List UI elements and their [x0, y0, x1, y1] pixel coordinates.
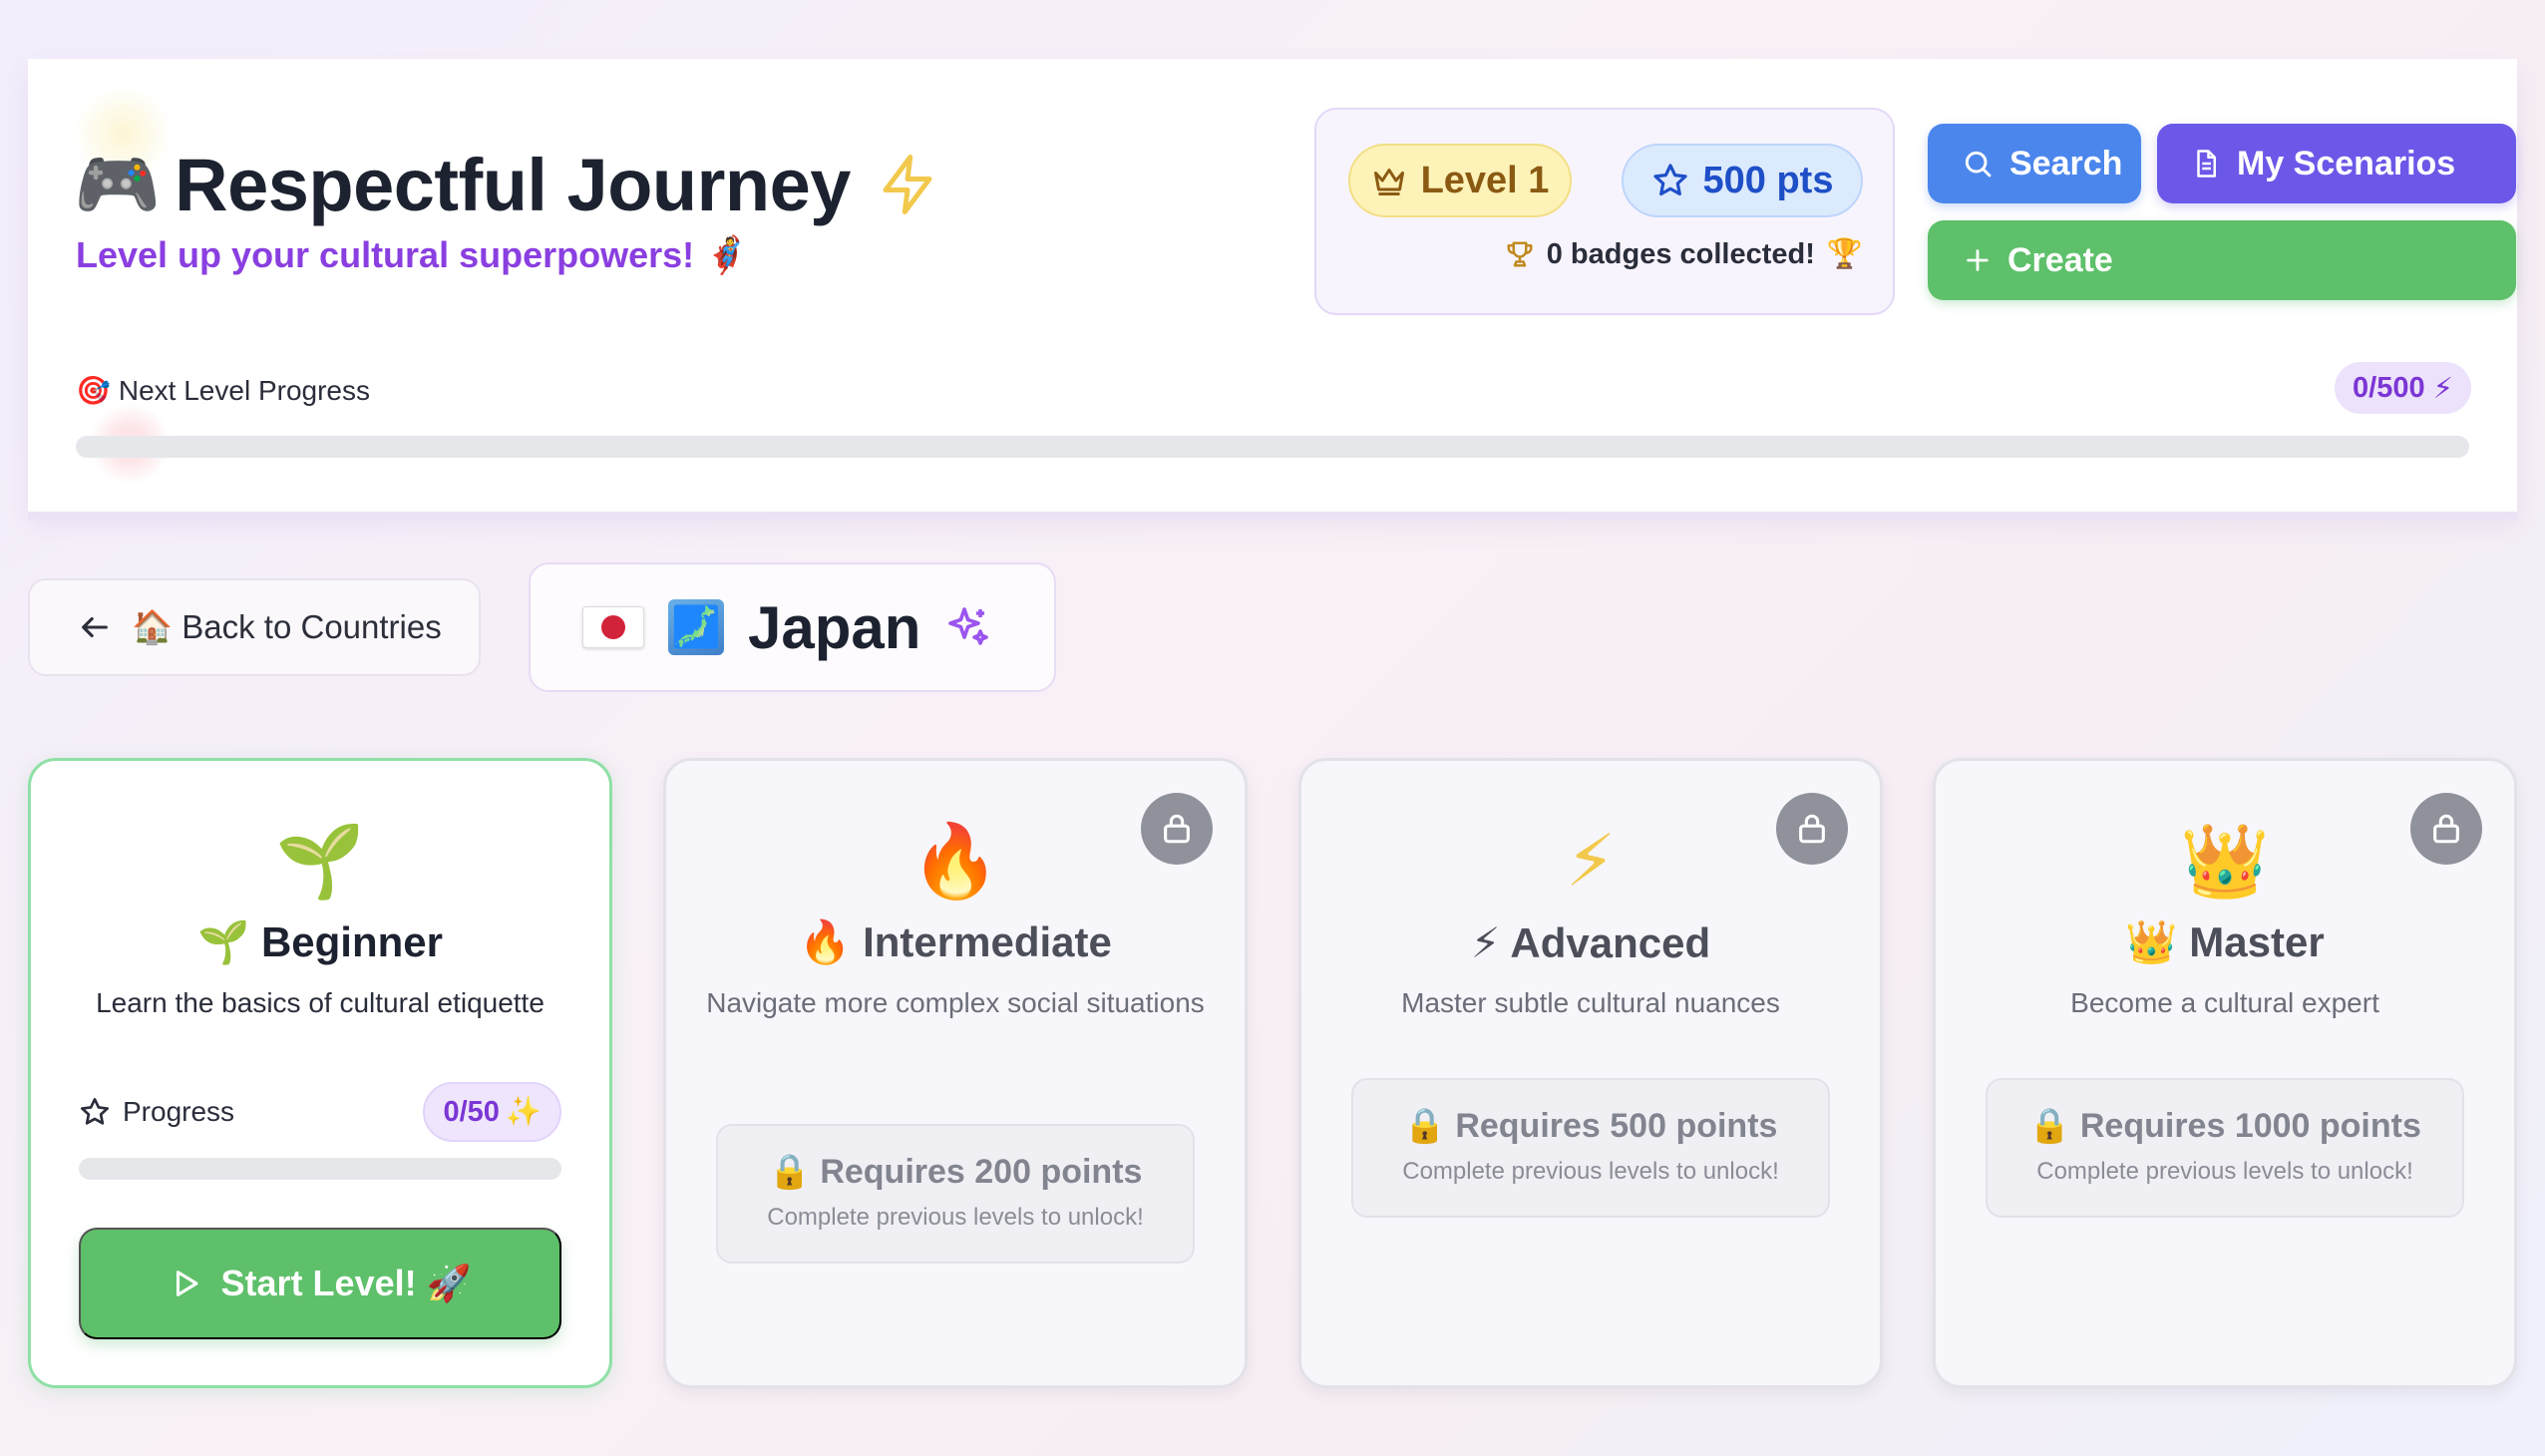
level-description: Master subtle cultural nuances: [1401, 987, 1780, 1018]
level-progress-count: 0/50 ✨: [423, 1082, 561, 1142]
trophy-emoji-icon: 🏆: [1826, 238, 1863, 270]
level-card-beginner[interactable]: 🌱 🌱 Beginner Learn the basics of cultura…: [28, 758, 612, 1388]
app-title: Respectful Journey: [175, 143, 851, 226]
badges-text: 0 badges collected!: [1546, 237, 1815, 270]
sparkles-icon: [948, 607, 989, 645]
seedling-icon: 🌱: [275, 822, 365, 902]
rocket-icon: 🚀: [426, 1263, 472, 1303]
search-icon: [1965, 151, 1992, 178]
app-subtitle: Level up your cultural superpowers! 🦸: [76, 234, 749, 275]
lightning-small-icon: ⚡: [2432, 372, 2453, 405]
level-title: 👑 Master: [2125, 918, 2325, 965]
level-requirement: 🔒 Requires 500 points Complete previous …: [1351, 1078, 1830, 1218]
level-card-master[interactable]: 👑 👑 Master Become a cultural expert 🔒 Re…: [1933, 758, 2517, 1388]
next-level-progress-bar: [76, 436, 2469, 458]
game-header: 🎮 Respectful Journey Level up your cultu…: [28, 59, 2517, 512]
level-card-intermediate[interactable]: 🔥 🔥 Intermediate Navigate more complex s…: [663, 758, 1248, 1388]
next-level-progress-label: 🎯 Next Level Progress: [76, 374, 370, 407]
requirement-subtitle: Complete previous levels to unlock!: [2036, 1158, 2413, 1185]
badges-collected: 0 badges collected! 🏆: [1505, 237, 1863, 271]
level-description: Become a cultural expert: [2070, 987, 2379, 1018]
start-level-label: Start Level!: [220, 1263, 417, 1303]
next-level-progress-count: 0/500 ⚡: [2335, 362, 2471, 414]
level-progress-bar: [79, 1158, 561, 1180]
crown-icon: [1373, 169, 1404, 195]
requirement-title: 🔒 Requires 500 points: [1403, 1107, 1778, 1145]
crown-icon: 👑: [2180, 822, 2270, 902]
trophy-icon: [1507, 241, 1533, 267]
player-stats: Level 1 500 pts 0 badges collected! 🏆: [1314, 108, 1895, 315]
requirement-title: 🔒 Requires 1000 points: [2028, 1107, 2421, 1145]
level-card-advanced[interactable]: ⚡ ⚡ Advanced Master subtle cultural nuan…: [1298, 758, 1883, 1388]
requirement-subtitle: Complete previous levels to unlock!: [767, 1204, 1144, 1231]
search-button-label: Search: [2009, 144, 2123, 182]
requirement-title: 🔒 Requires 200 points: [768, 1153, 1143, 1191]
level-label: Level 1: [1420, 159, 1550, 201]
level-progress-row: Progress 0/50 ✨: [79, 1082, 561, 1142]
level-progress-label: Progress: [123, 1096, 235, 1127]
search-button[interactable]: Search: [1928, 124, 2141, 203]
my-scenarios-button-label: My Scenarios: [2237, 144, 2456, 182]
level-title: ⚡ Advanced: [1470, 919, 1711, 966]
level-title: 🌱 Beginner: [197, 918, 443, 965]
level-description: Learn the basics of cultural etiquette: [96, 987, 545, 1018]
japan-flag-icon: [582, 606, 644, 648]
level-title: 🔥 Intermediate: [799, 918, 1112, 965]
country-name: Japan: [748, 593, 921, 661]
star-icon: [1652, 164, 1687, 196]
arrow-left-icon: [82, 616, 108, 638]
points-label: 500 pts: [1702, 159, 1834, 201]
create-button[interactable]: Create: [1928, 220, 2516, 300]
fire-icon: 🔥: [910, 822, 1000, 902]
app-title-row: 🎮 Respectful Journey: [74, 135, 940, 234]
my-scenarios-button[interactable]: My Scenarios: [2157, 124, 2516, 203]
country-header: 🗾 Japan: [529, 562, 1056, 692]
superhero-icon: 🦸: [704, 234, 749, 275]
gamepad-icon: 🎮: [74, 146, 162, 223]
house-icon: 🏠: [132, 607, 174, 645]
sparkle-icon: ✨: [505, 1096, 542, 1128]
plus-icon: [1967, 249, 1989, 271]
japan-map-icon: 🗾: [668, 599, 724, 655]
level-description: Navigate more complex social situations: [706, 987, 1205, 1018]
level-badge: Level 1: [1348, 144, 1572, 217]
start-level-button[interactable]: Start Level! 🚀: [79, 1228, 561, 1339]
back-to-countries-button[interactable]: 🏠 Back to Countries: [28, 578, 481, 676]
target-icon: 🎯: [76, 375, 111, 406]
play-icon: [176, 1271, 198, 1296]
back-button-label: Back to Countries: [182, 607, 442, 645]
lightning-icon: [883, 155, 932, 214]
level-requirement: 🔒 Requires 200 points Complete previous …: [716, 1124, 1195, 1264]
level-requirement: 🔒 Requires 1000 points Complete previous…: [1986, 1078, 2464, 1218]
star-outline-icon: [81, 1098, 109, 1125]
document-icon: [2197, 150, 2216, 178]
requirement-subtitle: Complete previous levels to unlock!: [1402, 1158, 1779, 1185]
create-button-label: Create: [2007, 240, 2113, 279]
points-badge: 500 pts: [1622, 144, 1863, 217]
lightning-icon: ⚡: [1565, 822, 1617, 902]
